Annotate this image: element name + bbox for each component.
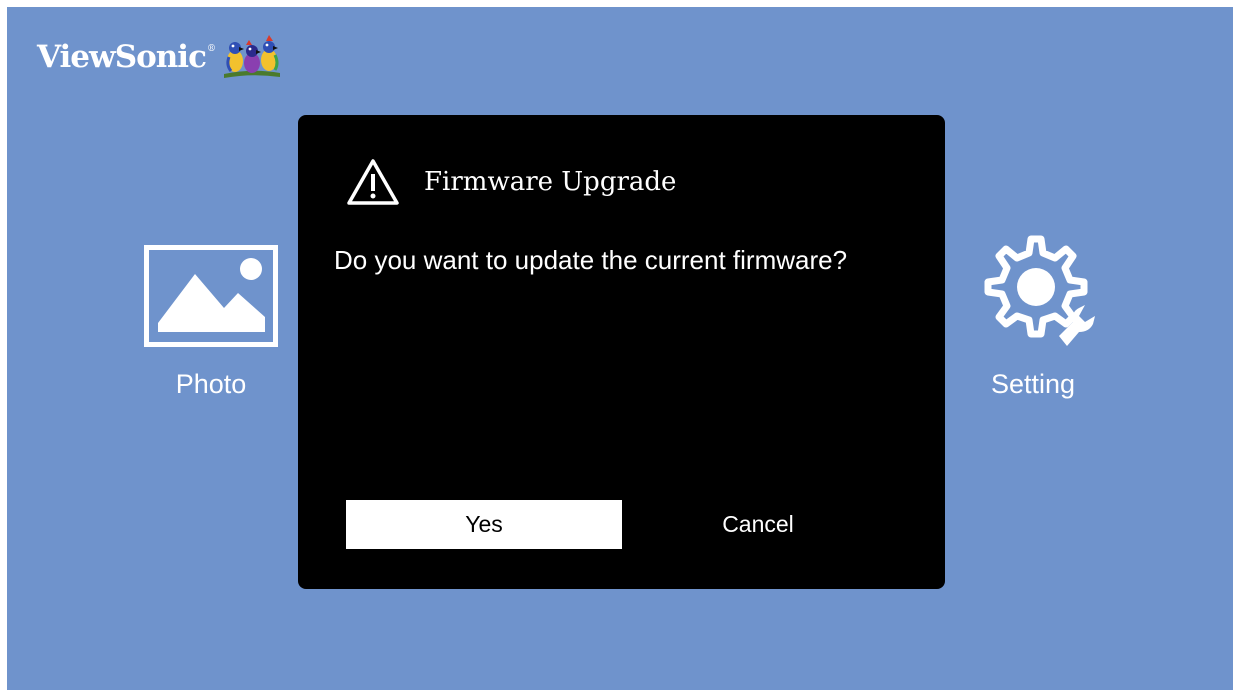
gear-wrench-icon: [984, 235, 1095, 346]
cancel-button[interactable]: Cancel: [620, 500, 896, 549]
yes-button[interactable]: Yes: [346, 500, 622, 549]
dialog-title: Firmware Upgrade: [424, 167, 677, 197]
photo-icon: [144, 245, 278, 347]
firmware-upgrade-dialog: Firmware Upgrade Do you want to update t…: [298, 115, 945, 589]
dialog-message: Do you want to update the current firmwa…: [334, 245, 848, 275]
brand-logo: ViewSonic ®: [37, 31, 282, 83]
brand-name: ViewSonic: [37, 39, 207, 75]
viewsonic-birds-logo-icon: [223, 35, 280, 78]
photo-label: Photo: [175, 369, 247, 399]
registered-mark: ®: [206, 44, 216, 54]
home-screen: ViewSonic ® Photo Setting Firmware Upgra…: [7, 7, 1233, 690]
warning-icon: [347, 159, 399, 205]
setting-label: Setting: [990, 369, 1076, 399]
